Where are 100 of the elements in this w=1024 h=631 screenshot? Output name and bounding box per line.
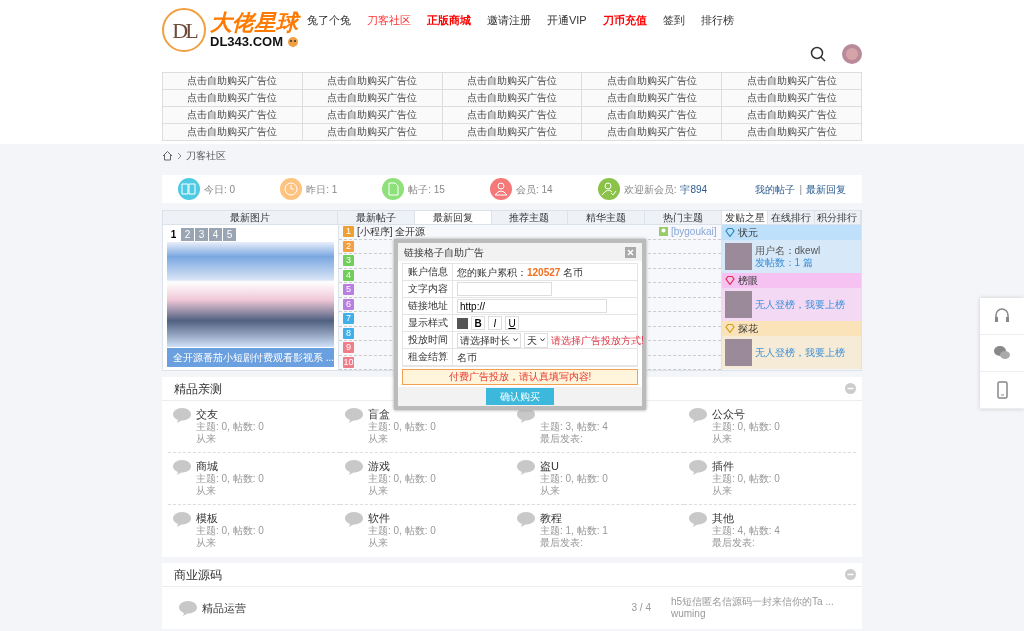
color-swatch-icon[interactable] [457, 317, 468, 329]
avatar-icon[interactable] [842, 44, 862, 64]
field-label: 账户信息 [403, 264, 453, 280]
forum-name-link[interactable]: 盗U [540, 459, 608, 473]
forum-bubble-icon [172, 511, 192, 528]
forum-bubble-icon [172, 459, 192, 476]
dropdown[interactable]: 请选择时长 [457, 332, 521, 348]
nav-link[interactable]: 刀客社区 [366, 12, 411, 29]
post-title-link[interactable]: [小程序] 全开源 [357, 224, 426, 240]
last-post-text: 最后发表: [540, 537, 584, 549]
ad-slot-link[interactable]: 点击自助购买广告位 [722, 107, 862, 124]
forum-bubble-icon [344, 459, 364, 476]
nav-link[interactable]: 签到 [662, 12, 685, 29]
ad-slot-link[interactable]: 点击自助购买广告位 [302, 73, 443, 90]
collapse-icon[interactable] [845, 383, 856, 394]
forum-name-link[interactable]: 插件 [712, 459, 780, 473]
header-link[interactable]: 我的帖子 [755, 181, 796, 197]
forum-stats: 主题: 0, 帖数: 0 [540, 473, 608, 485]
field-label: 显示样式 [403, 315, 453, 331]
avatar-photo-placeholder[interactable] [724, 291, 752, 318]
ad-slot-link[interactable]: 点击自助购买广告位 [302, 107, 443, 124]
forum-stats: 主题: 0, 帖数: 0 [196, 473, 264, 485]
gem-icon [724, 324, 735, 333]
forum-stats: 主题: 0, 帖数: 0 [368, 421, 436, 433]
ad-slot-link[interactable]: 点击自助购买广告位 [722, 124, 862, 141]
ad-slot-link[interactable]: 点击自助购买广告位 [442, 107, 583, 124]
format-button[interactable]: U [505, 316, 519, 330]
ad-slot-link[interactable]: 点击自助购买广告位 [163, 90, 303, 107]
tab[interactable]: 最新帖子 [338, 211, 415, 224]
rank-title: 榜眼 [737, 274, 758, 288]
field-label: 租金结算 [403, 349, 453, 365]
nav-link[interactable]: 开通VIP [546, 12, 587, 29]
ad-slot-link[interactable]: 点击自助购买广告位 [582, 107, 723, 124]
ad-slot-link[interactable]: 点击自助购买广告位 [442, 73, 583, 90]
tab[interactable]: 热门主题 [645, 211, 722, 224]
stat-label: 欢迎新会员: [623, 182, 677, 197]
ad-slot-link[interactable]: 点击自助购买广告位 [722, 73, 862, 90]
tab[interactable]: 发贴之星 [722, 211, 769, 224]
forum-name-link[interactable]: 游戏 [368, 459, 436, 473]
forum-bubble-icon [344, 511, 364, 528]
forum-stats: 主题: 0, 帖数: 0 [712, 473, 780, 485]
forum-name-link[interactable]: 商城 [196, 459, 264, 473]
tab[interactable]: 推荐主题 [491, 211, 569, 224]
page-button[interactable]: 1 [167, 228, 180, 241]
ad-slot-link[interactable]: 点击自助购买广告位 [582, 124, 723, 141]
nav-link[interactable]: 正版商城 [426, 12, 471, 29]
input-field[interactable] [457, 282, 552, 296]
gem-icon [724, 276, 735, 285]
field-label: 链接地址 [403, 298, 453, 314]
nav-link[interactable]: 邀请注册 [486, 12, 531, 29]
forum-name-link[interactable]: 精品运营 [202, 601, 246, 615]
section-title: 精品亲测 [174, 380, 222, 398]
forum-name-link[interactable]: 软件 [368, 511, 436, 525]
format-button[interactable]: I [488, 316, 502, 330]
avatar-photo-placeholder[interactable] [724, 243, 752, 270]
home-icon[interactable] [162, 150, 173, 161]
ad-slot-link[interactable]: 点击自助购买广告位 [582, 73, 723, 90]
forum-bubble-icon [516, 459, 536, 476]
ad-slot-link[interactable]: 点击自助购买广告位 [302, 90, 443, 107]
nav-link[interactable]: 刀币充值 [602, 12, 647, 29]
ad-slot-link[interactable]: 点击自助购买广告位 [302, 124, 443, 141]
rank-number: 9 [343, 342, 354, 354]
collapse-icon[interactable] [845, 569, 856, 580]
field-label: 投放时间 [403, 332, 453, 348]
ad-slot-link[interactable]: 点击自助购买广告位 [582, 90, 723, 107]
rank-title: 探花 [737, 322, 758, 336]
ad-slot-link[interactable]: 点击自助购买广告位 [442, 124, 583, 141]
tab[interactable]: 精华主题 [568, 211, 646, 224]
ad-slot-link[interactable]: 点击自助购买广告位 [442, 90, 583, 107]
dropdown[interactable]: 天 [524, 332, 548, 348]
avatar-photo-placeholder[interactable] [724, 339, 752, 366]
account-text: 名币 [457, 350, 477, 365]
logo-mark[interactable]: DL [162, 8, 206, 52]
forum-name-link[interactable]: 教程 [540, 511, 608, 525]
forum-name-link[interactable]: 盲盒 [368, 407, 436, 421]
ad-slot-link[interactable]: 点击自助购买广告位 [163, 107, 303, 124]
tab[interactable]: 最新图片 [163, 211, 338, 224]
logo-domain[interactable]: DL343.COM [210, 35, 283, 49]
search-icon[interactable] [810, 46, 826, 62]
close-button[interactable] [625, 246, 636, 258]
ad-slot-link[interactable]: 点击自助购买广告位 [163, 73, 303, 90]
header-link[interactable]: 最新回复 [806, 181, 846, 197]
forum-name-link[interactable]: 其他 [712, 511, 780, 525]
input-field[interactable]: http:// [457, 299, 607, 313]
tab[interactable]: 在线排行 [768, 211, 815, 224]
breadcrumb-link[interactable]: 刀客社区 [186, 148, 226, 163]
ad-slot-link[interactable]: 点击自助购买广告位 [163, 124, 303, 141]
tab[interactable]: 积分排行 [814, 211, 861, 224]
rank-title: 状元 [737, 226, 758, 240]
nav-link[interactable]: 排行榜 [700, 12, 734, 29]
app-screenshot-placeholder[interactable] [167, 242, 334, 347]
forum-name-link[interactable]: 模板 [196, 511, 264, 525]
ad-slot-link[interactable]: 点击自助购买广告位 [722, 90, 862, 107]
forum-name-link[interactable]: 公众号 [712, 407, 780, 421]
nav-link[interactable]: 兔了个兔 [306, 12, 351, 29]
tab[interactable]: 最新回复 [414, 211, 492, 224]
last-post-text: 从来 [712, 485, 733, 497]
forum-name-link[interactable]: 交友 [196, 407, 264, 421]
format-button[interactable]: B [471, 316, 485, 330]
member-link[interactable]: 宇894 [680, 181, 708, 197]
